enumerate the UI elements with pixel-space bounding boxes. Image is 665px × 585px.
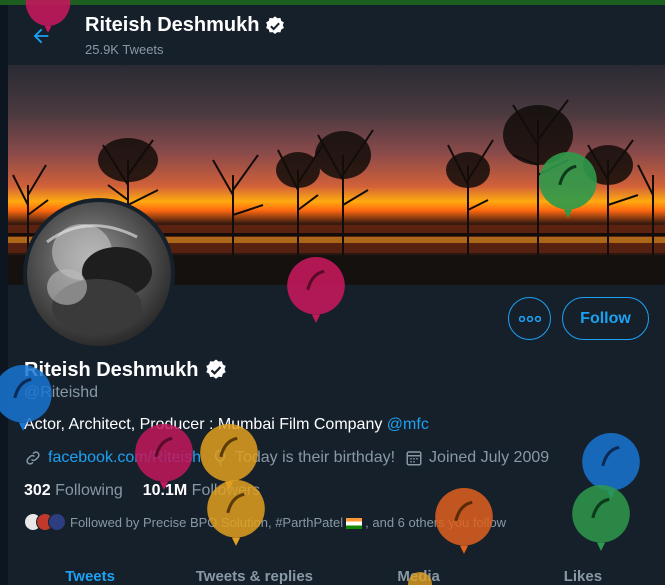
- balloon-icon: [25, 0, 71, 33]
- avatar-image: [46, 224, 152, 335]
- tab-tweets-replies[interactable]: Tweets & replies: [172, 566, 336, 585]
- balloon-icon: [408, 572, 432, 585]
- header-name: Riteish Deshmukh: [85, 14, 260, 36]
- joined-item: Joined July 2009: [405, 449, 549, 467]
- following-count: 302: [24, 482, 51, 499]
- profile-avatar[interactable]: [23, 198, 175, 350]
- balloon-icon: [0, 365, 52, 431]
- more-options-button[interactable]: [508, 297, 551, 340]
- left-edge: [0, 5, 8, 585]
- balloon-icon: [435, 488, 493, 554]
- followed-by-avatars: [24, 513, 66, 531]
- link-icon: [26, 451, 40, 465]
- tab-likes[interactable]: Likes: [501, 566, 665, 585]
- profile-name: Riteish Deshmukh: [24, 358, 228, 382]
- header-title: Riteish Deshmukh: [85, 14, 286, 37]
- verified-badge-icon: [266, 15, 285, 34]
- balloon-icon: [287, 257, 345, 323]
- balloon-icon: [207, 480, 265, 546]
- verified-badge-icon: [206, 359, 227, 379]
- follow-button[interactable]: Follow: [562, 297, 649, 340]
- india-flag-icon: [346, 517, 363, 529]
- balloon-icon: [135, 424, 193, 490]
- avatar: [48, 513, 66, 531]
- following-label: Following: [55, 482, 123, 499]
- balloon-icon: [572, 485, 630, 551]
- ellipsis-icon: [518, 315, 541, 322]
- following-stat[interactable]: 302 Following: [24, 482, 123, 500]
- tweet-count: 25.9K Tweets: [85, 42, 164, 57]
- profile-meta: facebook.com/Riteish Today is their birt…: [24, 449, 559, 467]
- balloon-icon: [539, 152, 597, 218]
- joined-text: Joined July 2009: [429, 449, 550, 466]
- profile-tabs: Tweets Tweets & replies Media Likes: [8, 566, 665, 585]
- profile-header: Riteish Deshmukh 25.9K Tweets: [8, 5, 665, 65]
- tab-tweets[interactable]: Tweets: [8, 566, 172, 585]
- bio-mention-link[interactable]: @mfc: [387, 416, 429, 433]
- calendar-icon: [406, 451, 422, 466]
